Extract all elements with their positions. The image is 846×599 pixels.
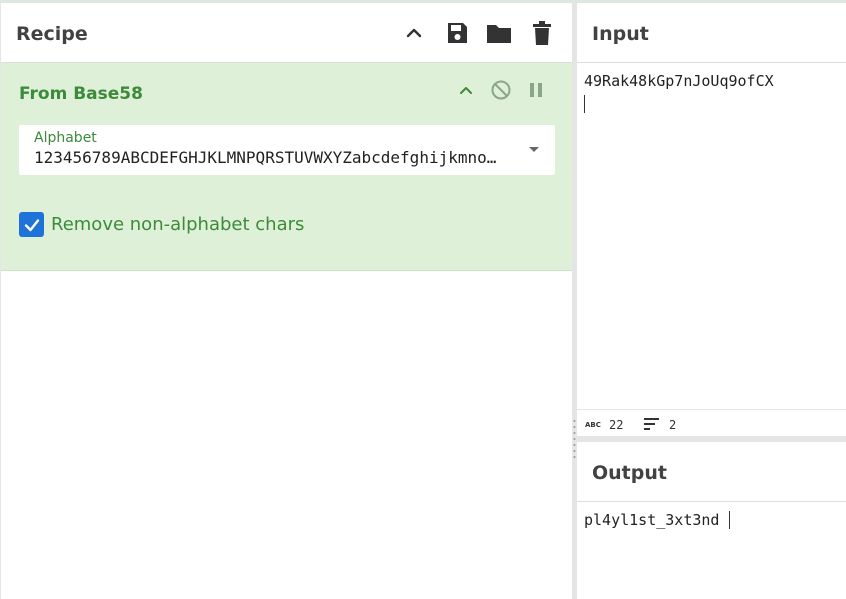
output-textarea[interactable]: pl4yl1st_3xt3nd <box>577 502 846 599</box>
grip-icon[interactable] <box>573 418 576 460</box>
input-text: 49Rak48kGp7nJoUq9ofCX <box>584 72 774 90</box>
input-textarea[interactable]: 49Rak48kGp7nJoUq9ofCX <box>577 63 846 409</box>
input-title: Input <box>592 23 649 45</box>
recipe-header: Recipe <box>1 3 573 63</box>
input-lines: 2 <box>669 418 677 432</box>
remove-non-alphabet-label: Remove non-alphabet chars <box>51 214 305 235</box>
output-header: Output <box>577 442 846 502</box>
text-cursor <box>729 511 730 529</box>
alphabet-label: Alphabet <box>34 130 97 146</box>
alphabet-select[interactable]: Alphabet 123456789ABCDEFGHJKLMNPQRSTUVWX… <box>19 125 555 175</box>
operation-title: From Base58 <box>19 84 143 104</box>
save-icon[interactable] <box>444 20 470 46</box>
lines-icon <box>644 418 659 430</box>
chevron-up-icon[interactable] <box>455 79 477 101</box>
abc-icon: ABC <box>585 421 601 428</box>
pause-icon[interactable] <box>525 79 547 101</box>
check-icon <box>24 218 39 231</box>
recipe-panel: Recipe From Base58 Alphabet 123456789ABC… <box>0 3 573 599</box>
dropdown-caret-icon[interactable] <box>529 147 539 152</box>
folder-icon[interactable] <box>486 20 512 46</box>
svg-text:ABC: ABC <box>585 421 601 428</box>
text-cursor <box>584 95 585 113</box>
trash-icon[interactable] <box>529 20 555 46</box>
output-text: pl4yl1st_3xt3nd <box>584 511 720 529</box>
recipe-title: Recipe <box>16 23 88 45</box>
input-header: Input <box>577 3 846 63</box>
output-title: Output <box>592 462 667 484</box>
disable-icon[interactable] <box>490 79 512 101</box>
operation-from-base58: From Base58 Alphabet 123456789ABCDEFGHJK… <box>1 63 573 271</box>
chevron-up-icon[interactable] <box>401 20 427 46</box>
alphabet-value: 123456789ABCDEFGHJKLMNPQRSTUVWXYZabcdefg… <box>34 148 504 167</box>
input-length: 22 <box>609 418 624 432</box>
input-status-bar: ABC 22 2 <box>577 409 846 437</box>
remove-non-alphabet-checkbox[interactable] <box>19 212 44 237</box>
